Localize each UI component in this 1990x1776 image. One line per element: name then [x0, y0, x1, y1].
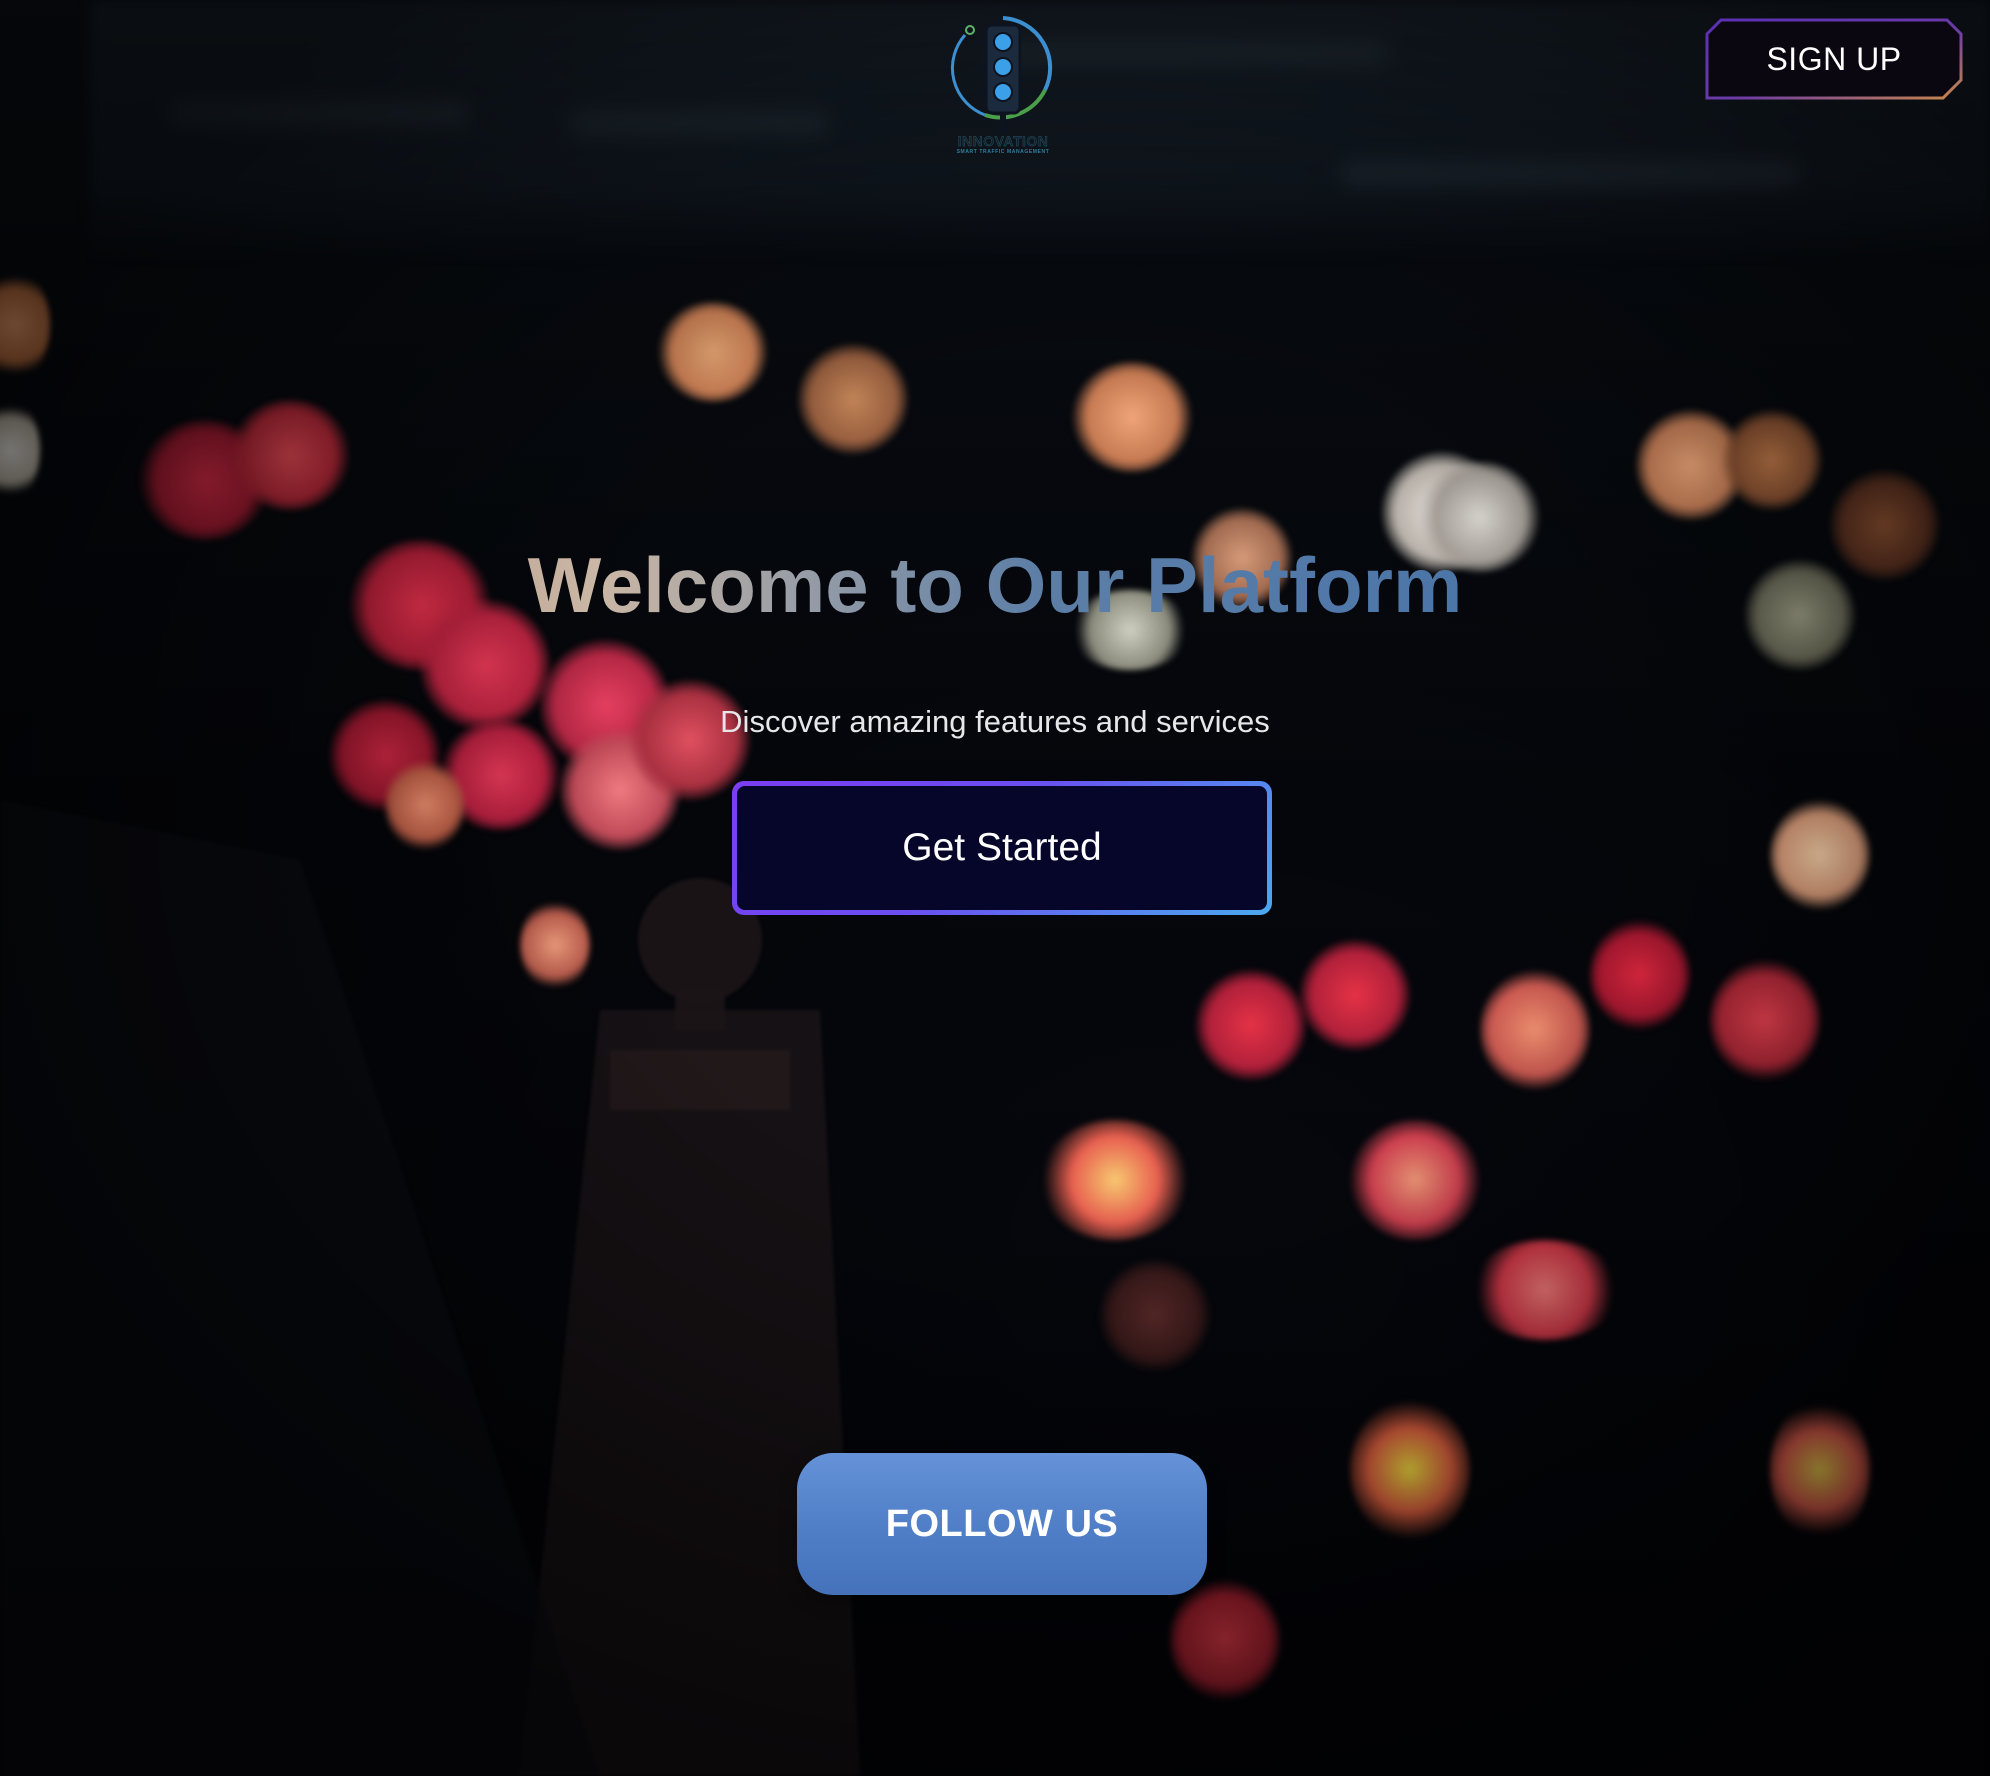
get-started-label: Get Started [737, 786, 1267, 910]
follow-us-button[interactable]: FOLLOW US [797, 1453, 1207, 1595]
sign-up-label: SIGN UP [1766, 40, 1902, 77]
hero-subtitle: Discover amazing features and services [720, 704, 1270, 739]
logo-wordmark: INNOVATION SMART TRAFFIC MANAGEMENT [945, 134, 1061, 156]
sign-up-button[interactable]: SIGN UP [1705, 18, 1963, 100]
logo-title: INNOVATION [957, 133, 1049, 149]
get-started-button[interactable]: Get Started [732, 781, 1272, 915]
hero-title: Welcome to Our Platform [0, 540, 1990, 630]
landing-page: INNOVATION SMART TRAFFIC MANAGEMENT SIGN… [0, 0, 1990, 1776]
logo-tagline: SMART TRAFFIC MANAGEMENT [956, 149, 1050, 155]
